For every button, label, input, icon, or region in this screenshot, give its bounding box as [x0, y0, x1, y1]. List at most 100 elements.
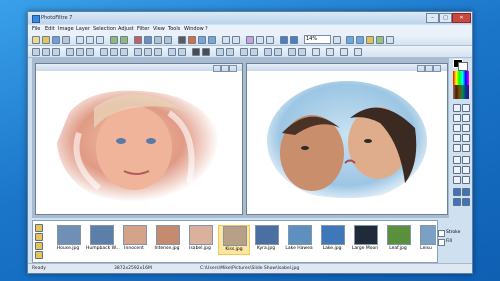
mask-icon[interactable]	[192, 48, 200, 56]
wand-tool-icon[interactable]	[462, 114, 470, 122]
menu-tools[interactable]: Tools	[168, 26, 180, 32]
mode-b-icon[interactable]	[462, 188, 470, 196]
new-icon[interactable]	[32, 36, 40, 44]
thumbnail-item[interactable]: Leisu	[416, 225, 436, 253]
doc-minimize-button[interactable]	[213, 65, 221, 72]
canvas-size-icon[interactable]	[144, 36, 152, 44]
image-canvas-kiss[interactable]	[250, 73, 444, 211]
thumbnail-item[interactable]: Lake.jpg	[317, 225, 347, 253]
thumbnail-item[interactable]: Intense.jpg	[152, 225, 182, 253]
crop-icon[interactable]	[222, 36, 230, 44]
thumbnail-item-selected[interactable]: Kiss.jpg	[218, 225, 250, 255]
soften-icon[interactable]	[144, 48, 152, 56]
image-canvas-isabel[interactable]	[39, 73, 239, 211]
doc-maximize-button[interactable]	[221, 65, 229, 72]
vignette-icon[interactable]	[216, 48, 224, 56]
ellipse-shape-icon[interactable]	[462, 156, 470, 164]
options-icon[interactable]	[386, 36, 394, 44]
dark-swatches[interactable]	[453, 85, 469, 99]
edge-icon[interactable]	[178, 48, 186, 56]
brightness-icon[interactable]	[32, 48, 40, 56]
menu-view[interactable]: View	[153, 26, 165, 32]
gradient-icon[interactable]	[246, 36, 254, 44]
clone-tool-icon[interactable]	[462, 144, 470, 152]
gamma-icon[interactable]	[66, 48, 74, 56]
rectangle-shape-icon[interactable]	[453, 156, 461, 164]
mode-a-icon[interactable]	[453, 188, 461, 196]
thumbnail-item[interactable]: Leaf.jpg	[383, 225, 413, 253]
line-tool-icon[interactable]	[453, 124, 461, 132]
view-icon[interactable]	[35, 251, 43, 259]
document-window-isabel[interactable]	[35, 63, 243, 215]
thumbnail-item[interactable]: Large Moon	[350, 225, 380, 253]
menu-filter[interactable]: Filter	[137, 26, 149, 32]
menu-image[interactable]: Image	[58, 26, 74, 32]
doc2-minimize-button[interactable]	[417, 65, 425, 72]
sharpen-icon[interactable]	[198, 36, 206, 44]
minimize-button[interactable]: –	[426, 13, 439, 23]
mode-c-icon[interactable]	[453, 198, 461, 206]
mirror-icon[interactable]	[264, 48, 272, 56]
folder-icon[interactable]	[35, 224, 43, 232]
zoom-field[interactable]: 14%	[304, 35, 331, 44]
stroke-checkbox[interactable]	[438, 230, 445, 237]
stamp-icon[interactable]	[288, 48, 296, 56]
image-size-icon[interactable]	[134, 36, 142, 44]
plugin-icon[interactable]	[326, 48, 334, 56]
doc-close-button[interactable]	[229, 65, 237, 72]
automate-icon[interactable]	[376, 36, 384, 44]
thumbnail-item[interactable]: Humpback W...	[86, 225, 120, 253]
blur-icon[interactable]	[208, 36, 216, 44]
close-button[interactable]: ✕	[452, 13, 471, 23]
grayscale-icon[interactable]	[100, 48, 108, 56]
menu-layer[interactable]: Layer	[76, 26, 90, 32]
polygon-shape-icon[interactable]	[462, 166, 470, 174]
menu-window[interactable]: Window	[184, 26, 204, 32]
noise-icon[interactable]	[154, 48, 162, 56]
invert-icon[interactable]	[120, 48, 128, 56]
transform-icon[interactable]	[232, 36, 240, 44]
background-color-swatch[interactable]	[458, 62, 468, 71]
fill-checkbox[interactable]	[438, 239, 445, 246]
brush-tool-icon[interactable]	[462, 134, 470, 142]
thumbnail-item[interactable]: House.jpg	[53, 225, 83, 253]
menu-help[interactable]: ?	[205, 26, 208, 32]
open-icon[interactable]	[42, 36, 50, 44]
filter-icon[interactable]	[178, 36, 186, 44]
hue-icon[interactable]	[134, 48, 142, 56]
outline-icon[interactable]	[250, 48, 258, 56]
blur-tool-icon[interactable]	[453, 144, 461, 152]
module-icon[interactable]	[312, 48, 320, 56]
levels-icon[interactable]	[76, 48, 84, 56]
maximize-button[interactable]: □	[439, 13, 452, 23]
thumbnail-item[interactable]: Kyra.jpg	[251, 225, 281, 253]
paste-icon[interactable]	[96, 36, 104, 44]
save-icon[interactable]	[52, 36, 60, 44]
zoom-dropdown-icon[interactable]	[333, 36, 341, 44]
fit-icon[interactable]	[346, 36, 354, 44]
menu-adjust[interactable]: Adjust	[118, 26, 134, 32]
print-icon[interactable]	[62, 36, 70, 44]
contrast-icon[interactable]	[42, 48, 50, 56]
sort-icon[interactable]	[35, 242, 43, 250]
flip-icon[interactable]	[164, 36, 172, 44]
doc2-maximize-button[interactable]	[425, 65, 433, 72]
saturation-icon[interactable]	[52, 48, 60, 56]
picker-tool-icon[interactable]	[453, 114, 461, 122]
triangle-shape-icon[interactable]	[453, 166, 461, 174]
doc2-close-button[interactable]	[433, 65, 441, 72]
color-icon[interactable]	[188, 36, 196, 44]
color-picker[interactable]	[452, 58, 469, 71]
border-icon[interactable]	[226, 48, 234, 56]
arrow-shape-icon[interactable]	[462, 176, 470, 184]
actual-size-icon[interactable]	[356, 36, 364, 44]
texture-icon[interactable]	[202, 48, 210, 56]
tile-icon[interactable]	[274, 48, 282, 56]
mode-d-icon[interactable]	[462, 198, 470, 206]
sepia-icon[interactable]	[110, 48, 118, 56]
help-icon[interactable]	[354, 48, 362, 56]
menu-edit[interactable]: Edit	[45, 26, 55, 32]
bucket-tool-icon[interactable]	[462, 124, 470, 132]
emboss-icon[interactable]	[168, 48, 176, 56]
thumbnail-item[interactable]: Lake Hawea	[284, 225, 314, 253]
